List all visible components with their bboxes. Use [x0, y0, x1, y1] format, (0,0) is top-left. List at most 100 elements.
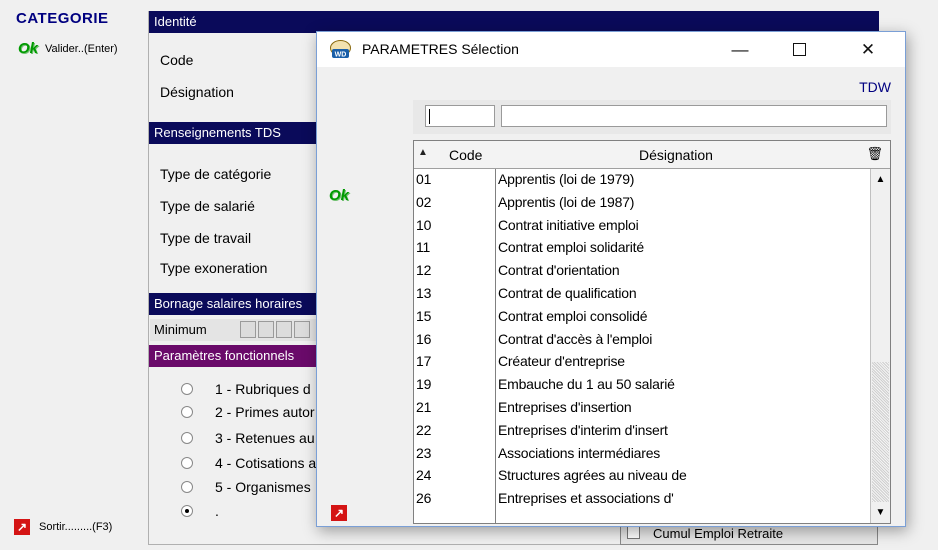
dialog-exit-button[interactable]: ↗ — [331, 505, 347, 521]
arrow-exit-icon: ↗ — [14, 519, 30, 535]
table-row[interactable]: 21 Entreprises d'insertion — [414, 397, 880, 420]
close-icon: ✕ — [860, 39, 876, 59]
table-row[interactable]: 02 Apprentis (loi de 1987) — [414, 192, 880, 215]
table-row[interactable]: 26 Entreprises et associations d' — [414, 488, 880, 511]
table-row[interactable]: 16 Contrat d'accès à l'emploi — [414, 329, 880, 352]
table-row[interactable]: 23 Associations intermédiares — [414, 443, 880, 466]
radio-option-5[interactable] — [181, 481, 193, 493]
row-designation: Contrat initiative emploi — [498, 216, 639, 233]
vertical-scrollbar[interactable]: ▲ ▼ — [870, 169, 890, 523]
cumul-label: Cumul Emploi Retraite — [653, 526, 784, 541]
row-code: 21 — [416, 398, 432, 415]
row-code: 19 — [416, 376, 432, 393]
type-exoneration-label: Type exoneration — [160, 260, 268, 276]
row-designation: Structures agrées au niveau de — [498, 467, 687, 484]
text-caret — [429, 109, 430, 124]
row-code: 12 — [416, 262, 432, 279]
row-code: 26 — [416, 490, 432, 507]
column-header-designation[interactable]: Désignation — [496, 147, 856, 163]
table-row[interactable]: 10 Contrat initiative emploi — [414, 215, 880, 238]
row-code: 16 — [416, 330, 432, 347]
table-row[interactable]: 11 Contrat emploi solidarité — [414, 237, 880, 260]
row-code: 02 — [416, 193, 432, 210]
row-designation: Contrat d'accès à l'emploi — [498, 330, 653, 347]
minimum-cell[interactable] — [240, 321, 256, 338]
dialog-titlebar[interactable]: WD PARAMETRES Sélection — ✕ — [317, 32, 905, 67]
row-designation: Entreprises et associations d' — [498, 490, 674, 507]
row-code: 10 — [416, 216, 432, 233]
filter-bar — [413, 100, 891, 134]
row-code: 23 — [416, 444, 432, 461]
parametres-selection-dialog: WD PARAMETRES Sélection — ✕ TDW Ok ↗ ▲ C… — [316, 31, 906, 527]
minimum-cell[interactable] — [258, 321, 274, 338]
exit-label: Sortir.........(F3) — [39, 521, 113, 533]
table-row[interactable]: 12 Contrat d'orientation — [414, 260, 880, 283]
row-code: 11 — [416, 239, 431, 256]
checkbox-box[interactable] — [627, 526, 640, 539]
table-row[interactable]: 17 Créateur d'entreprise — [414, 351, 880, 374]
scroll-down-icon[interactable]: ▼ — [872, 504, 889, 521]
radio-label-4: 4 - Cotisations a — [215, 455, 317, 471]
dialog-title: PARAMETRES Sélection — [362, 41, 519, 57]
radio-option-6[interactable] — [181, 505, 193, 517]
scroll-up-icon[interactable]: ▲ — [872, 171, 889, 188]
minimize-icon: — — [731, 39, 749, 59]
row-code: 17 — [416, 353, 432, 370]
row-designation: Créateur d'entreprise — [498, 353, 625, 370]
row-designation: Entreprises d'insertion — [498, 398, 632, 415]
radio-option-4[interactable] — [181, 457, 193, 469]
type-salarie-label: Type de salarié — [160, 198, 255, 214]
sort-triangle-icon[interactable]: ▲ — [418, 147, 428, 158]
row-designation: Entreprises d'interim d'insert — [498, 421, 668, 438]
minimum-cell[interactable] — [276, 321, 292, 338]
radio-label-1: 1 - Rubriques d — [215, 381, 311, 397]
radio-option-2[interactable] — [181, 406, 193, 418]
close-button[interactable]: ✕ — [845, 32, 891, 67]
minimum-row: Minimum — [150, 319, 320, 341]
type-travail-label: Type de travail — [160, 230, 252, 246]
svg-text:WD: WD — [335, 52, 347, 59]
type-categorie-label: Type de catégorie — [160, 166, 272, 182]
minimum-label: Minimum — [154, 322, 207, 337]
tdw-label: TDW — [859, 79, 891, 95]
validate-button[interactable]: Ok Valider..(Enter) — [18, 40, 118, 57]
exit-button[interactable]: ↗ Sortir.........(F3) — [14, 519, 112, 535]
radio-option-1[interactable] — [181, 383, 193, 395]
table-row[interactable]: 13 Contrat de qualification — [414, 283, 880, 306]
table-header: ▲ Code Désignation 🗑 — [414, 141, 890, 169]
table-row[interactable]: 15 Contrat emploi consolidé — [414, 306, 880, 329]
row-designation: Contrat emploi solidarité — [498, 239, 644, 256]
table-row[interactable]: 01 Apprentis (loi de 1979) — [414, 169, 880, 192]
dialog-ok-button[interactable]: Ok — [329, 187, 349, 204]
selection-table: ▲ Code Désignation 🗑 01 Apprentis (loi de… — [413, 140, 891, 524]
column-header-code[interactable]: Code — [449, 147, 482, 163]
minimum-cell[interactable] — [294, 321, 310, 338]
table-row[interactable]: 22 Entreprises d'interim d'insert — [414, 420, 880, 443]
code-filter-input[interactable] — [425, 105, 495, 127]
code-label: Code — [160, 52, 194, 68]
row-code: 22 — [416, 421, 432, 438]
row-code: 15 — [416, 307, 432, 324]
section-params: Paramètres fonctionnels — [149, 345, 317, 367]
maximize-button[interactable] — [776, 32, 822, 67]
dialog-body: TDW Ok ↗ ▲ Code Désignation 🗑 01 Apprenti… — [317, 67, 905, 526]
scroll-track[interactable] — [872, 362, 889, 502]
table-row[interactable]: 24 Structures agrées au niveau de — [414, 465, 880, 488]
radio-option-3[interactable] — [181, 432, 193, 444]
table-row[interactable]: 19 Embauche du 1 au 50 salarié — [414, 374, 880, 397]
designation-filter-input[interactable] — [501, 105, 887, 127]
validate-label: Valider..(Enter) — [45, 42, 118, 55]
form-title: CATEGORIE — [16, 10, 109, 27]
minimize-button[interactable]: — — [717, 32, 763, 67]
row-designation: Associations intermédiares — [498, 444, 661, 461]
ok-icon: Ok — [18, 40, 39, 57]
row-designation: Contrat d'orientation — [498, 262, 620, 279]
row-designation: Apprentis (loi de 1987) — [498, 193, 635, 210]
section-identity: Identité — [149, 11, 879, 33]
table-body: 01 Apprentis (loi de 1979) 02 Apprentis (lo… — [414, 169, 880, 511]
row-code: 01 — [416, 171, 432, 187]
radio-label-6: . — [215, 503, 219, 519]
trash-icon[interactable]: 🗑 — [866, 146, 883, 162]
ok-icon: Ok — [329, 187, 350, 204]
arrow-exit-icon: ↗ — [331, 505, 347, 521]
